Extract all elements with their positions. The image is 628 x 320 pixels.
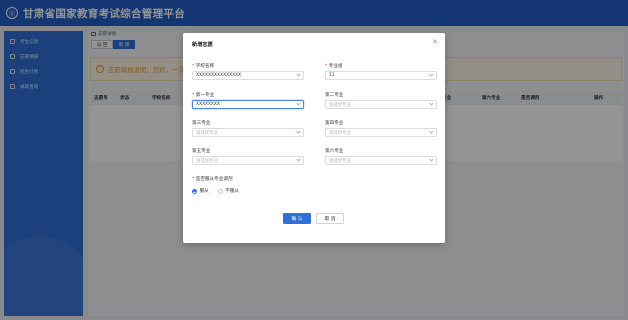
- major3-label: 第三专业: [192, 121, 211, 126]
- major5-select[interactable]: 请选择专业: [192, 156, 304, 165]
- chevron-down-icon: [429, 157, 434, 162]
- major1-label: 第一专业: [195, 93, 215, 98]
- radio-label: 不服从: [225, 189, 239, 194]
- major6-field: 第六专业 请选择专业: [325, 148, 437, 165]
- cancel-button[interactable]: 取 消: [316, 213, 344, 224]
- school-value: XXXXXXXXXXXXXXX: [196, 73, 242, 78]
- adjust-field: * 是否服从专业调剂: [192, 176, 233, 183]
- add-application-dialog: 新增志愿 ✕ * 学校名称 XXXXXXXXXXXXXXX * 专业组 11 * 第一…: [183, 33, 445, 243]
- chevron-down-icon: [296, 157, 301, 162]
- close-icon[interactable]: ✕: [432, 38, 438, 46]
- major1-select[interactable]: XXXXXXXX: [192, 100, 304, 109]
- radio-unchecked[interactable]: [217, 188, 223, 194]
- school-field: * 学校名称 XXXXXXXXXXXXXXX: [192, 63, 304, 80]
- major4-select[interactable]: 请选择专业: [325, 128, 437, 137]
- major-group-value: 11: [329, 73, 335, 78]
- adjust-label: 是否服从专业调剂: [195, 177, 233, 182]
- radio-label: 服从: [199, 189, 209, 194]
- major6-label: 第六专业: [325, 149, 344, 154]
- major4-field: 第四专业 请选择专业: [325, 120, 437, 137]
- major3-placeholder: 请选择专业: [196, 130, 218, 136]
- chevron-down-icon: [429, 129, 434, 134]
- major3-field: 第三专业 请选择专业: [192, 120, 304, 137]
- chevron-down-icon: [429, 72, 434, 77]
- major5-label: 第五专业: [192, 149, 211, 154]
- major6-placeholder: 请选择专业: [329, 158, 351, 164]
- radio-checked[interactable]: [192, 188, 197, 194]
- major2-field: 第二专业 请选择专业: [325, 92, 437, 109]
- major-group-select[interactable]: 11: [325, 71, 437, 80]
- major2-placeholder: 请选择专业: [329, 102, 351, 108]
- dialog-title: 新增志愿: [192, 42, 213, 48]
- chevron-down-icon: [296, 72, 301, 77]
- major4-label: 第四专业: [325, 121, 344, 126]
- major1-value: XXXXXXXX: [196, 102, 221, 107]
- major5-field: 第五专业 请选择专业: [192, 148, 304, 165]
- radio-option-reject[interactable]: 不服从: [217, 188, 239, 194]
- major4-placeholder: 请选择专业: [329, 130, 351, 136]
- major-group-field: * 专业组 11: [325, 63, 437, 80]
- major5-placeholder: 请选择专业: [196, 158, 218, 164]
- major2-select[interactable]: 请选择专业: [325, 100, 437, 109]
- major3-select[interactable]: 请选择专业: [192, 128, 304, 137]
- major1-field: * 第一专业 XXXXXXXX: [192, 92, 304, 109]
- major2-label: 第二专业: [325, 93, 344, 98]
- chevron-down-icon: [429, 101, 434, 106]
- chevron-down-icon: [296, 101, 301, 106]
- major-group-label: 专业组: [328, 64, 343, 69]
- school-label: 学校名称: [195, 64, 215, 69]
- major6-select[interactable]: 请选择专业: [325, 156, 437, 165]
- adjust-radio-group: 服从 不服从: [192, 188, 248, 194]
- chevron-down-icon: [296, 129, 301, 134]
- confirm-button[interactable]: 确 认: [283, 213, 311, 224]
- school-select[interactable]: XXXXXXXXXXXXXXX: [192, 71, 304, 80]
- radio-option-accept[interactable]: 服从: [192, 188, 209, 194]
